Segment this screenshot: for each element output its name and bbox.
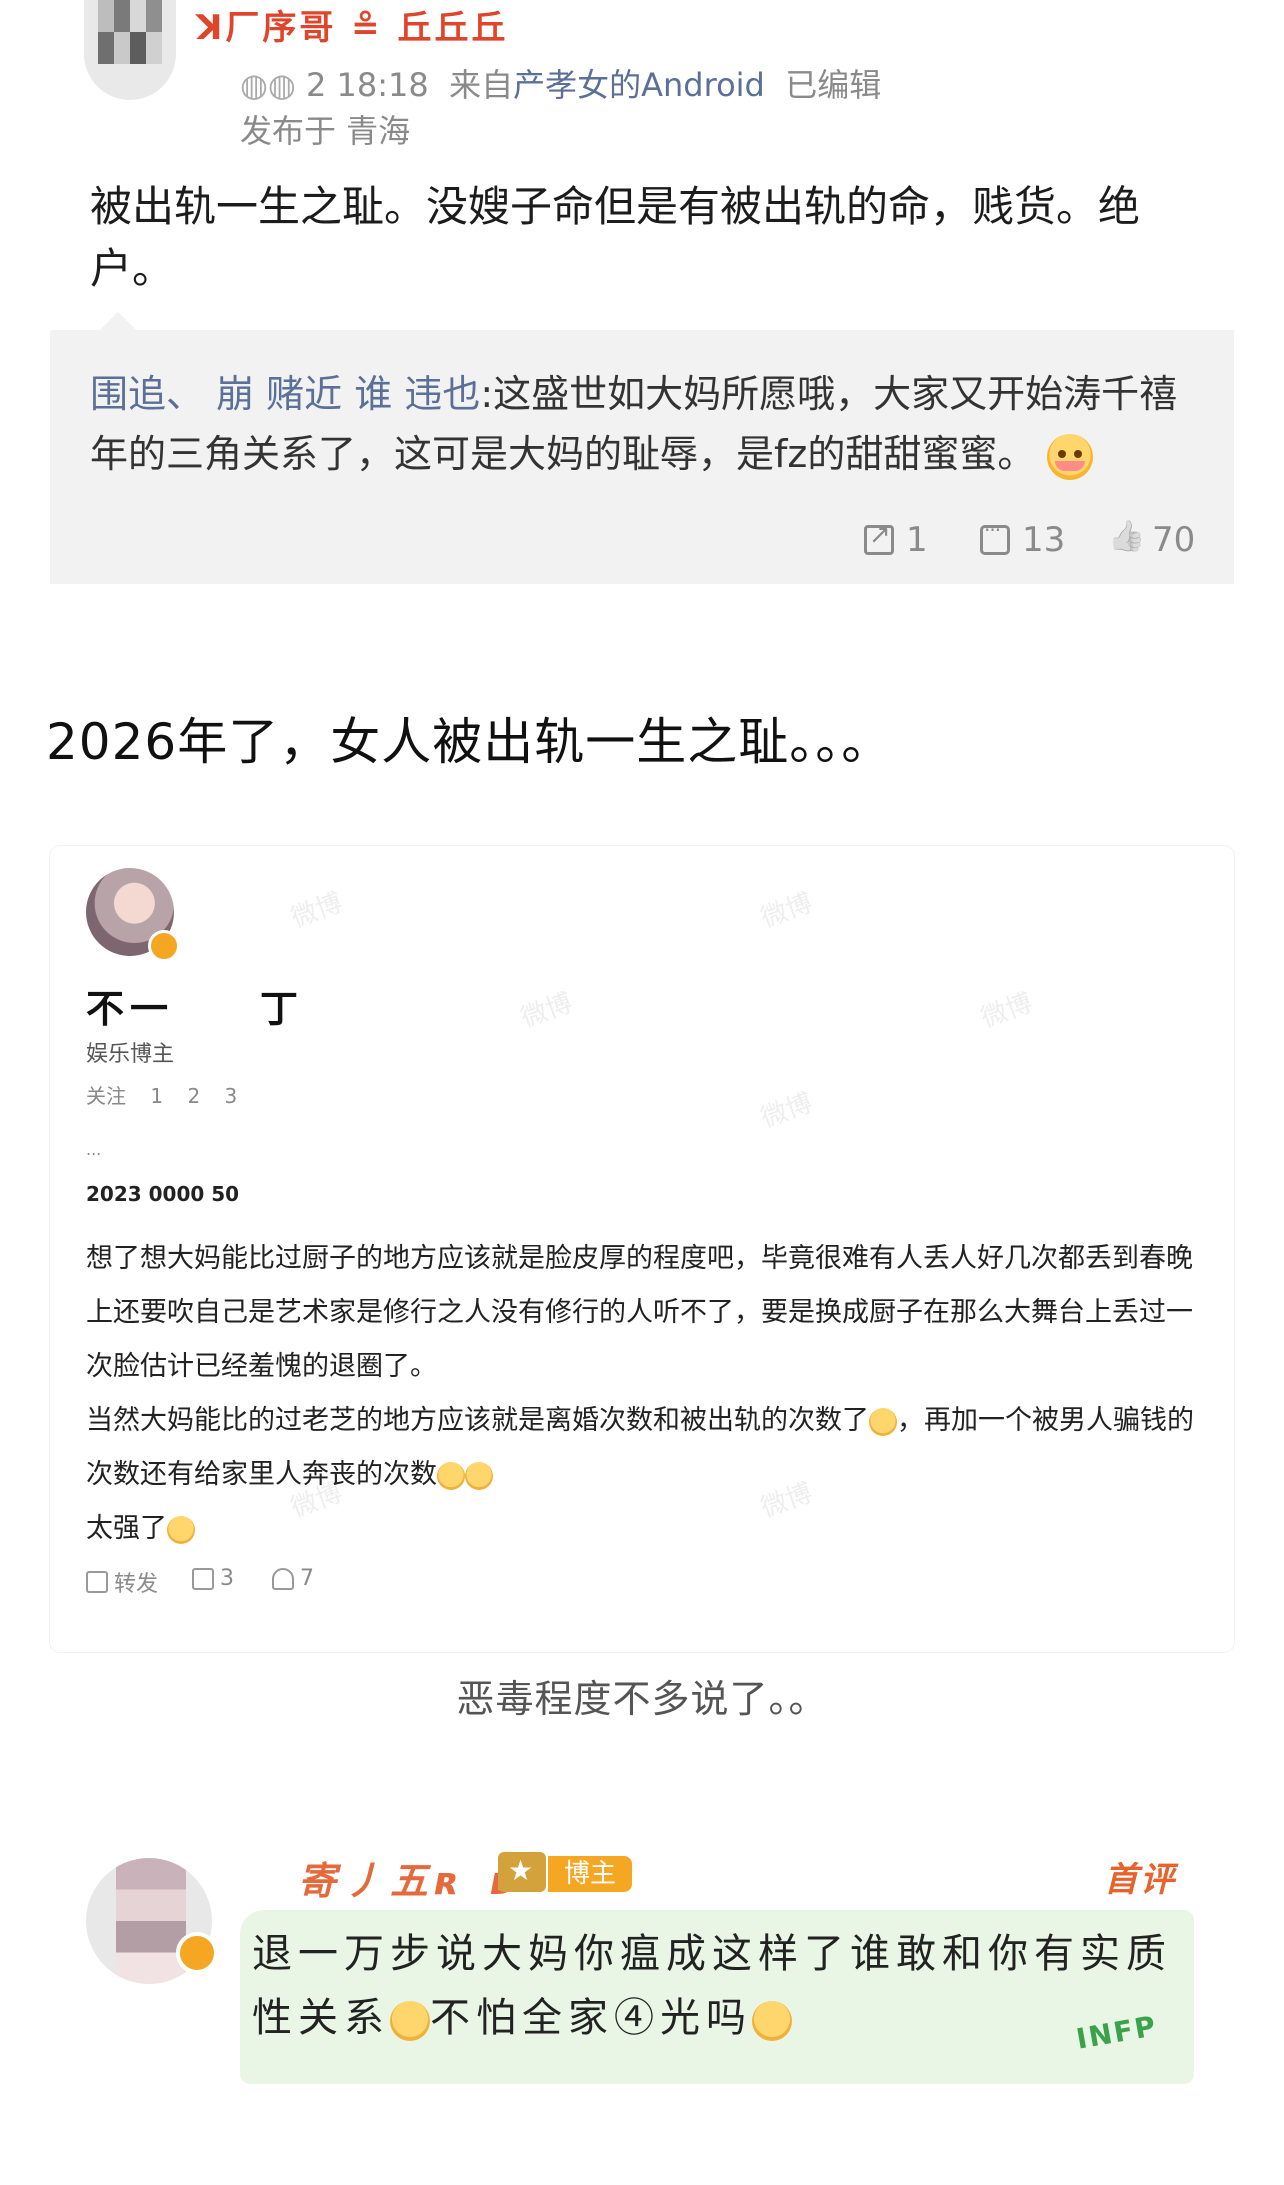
shy-emoji-icon xyxy=(1047,433,1094,480)
share-button[interactable]: 转发 xyxy=(86,1566,158,1598)
share-button[interactable]: 1 xyxy=(864,520,928,560)
verified-badge-icon xyxy=(148,930,180,962)
crying-emoji-icon xyxy=(167,1515,195,1544)
comment-body: 被出轨一生之耻。没嫂子命但是有被出轨的命，贱货。绝户。 xyxy=(90,182,1141,293)
share-count: 1 xyxy=(906,520,928,560)
crown-icon xyxy=(498,1852,546,1892)
more-dots: ... xyxy=(86,1140,102,1159)
user-stats: 关注 1 2 3 xyxy=(86,1084,238,1108)
quoted-comment: 围追、 崩 赌近 谁 违也:这盛世如大妈所愿哦，大家又开始涛千禧年的三角关系了，… xyxy=(90,364,1190,484)
quote-arrow xyxy=(100,312,136,330)
avatar[interactable] xyxy=(84,0,176,100)
avatar-mosaic-lower xyxy=(98,32,162,64)
verified-badge-icon xyxy=(176,1932,218,1974)
comment-count: 13 xyxy=(1022,520,1066,560)
author-badge: 博主 xyxy=(548,1856,633,1892)
comment-icon xyxy=(980,518,1010,555)
share-label: 转发 xyxy=(114,1572,159,1597)
like-button[interactable]: 70 xyxy=(1110,520,1195,560)
like-button[interactable]: 7 xyxy=(272,1566,314,1591)
user-tag: 娱乐博主 xyxy=(86,1042,175,1067)
surprised-emoji-icon xyxy=(869,1407,897,1436)
meta-from: 来自 xyxy=(449,66,514,104)
first-comment-tag: 首评 xyxy=(1104,1860,1176,1900)
edited-label: 已编辑 xyxy=(785,66,882,104)
comment-button[interactable]: 13 xyxy=(980,518,1066,560)
comment-paragraph: 想了想大妈能比过厨子的地方应该就是脸皮厚的程度吧，毕竟很难有人丢人好几次都丢到春… xyxy=(86,1243,1193,1382)
comment-count: 3 xyxy=(220,1566,234,1591)
comment-icon xyxy=(192,1567,214,1590)
avatar-mosaic xyxy=(116,1858,186,1984)
share-icon xyxy=(86,1571,108,1593)
comment-paragraph: 太强了 xyxy=(86,1502,1206,1556)
caption-2: 恶毒程度不多说了。。 xyxy=(456,1677,828,1721)
quoted-username[interactable]: 围追、 崩 赌近 谁 违也 xyxy=(90,372,480,416)
thumb-up-icon xyxy=(272,1567,294,1590)
caption-1: 2026年了，女人被出轨一生之耻。。。 xyxy=(46,713,893,771)
comment-body: 退一万步说大妈你瘟成这样了谁敢和你有实质性关系 不怕全家④光吗 xyxy=(252,1931,1172,2041)
cat-emoji-icon xyxy=(437,1461,465,1490)
crying-emoji-icon xyxy=(390,2001,430,2041)
gear-icon: ◍◍ xyxy=(240,66,307,104)
comment-body: 想了想大妈能比过厨子的地方应该就是脸皮厚的程度吧，毕竟很难有人丢人好几次都丢到春… xyxy=(86,1232,1206,1556)
comment-button[interactable]: 3 xyxy=(192,1566,234,1591)
comment-meta: ◍◍ 2 18:18 来自产孝女的Android 已编辑 xyxy=(240,60,881,106)
location-label: 发布于 青海 xyxy=(240,112,411,150)
comment-username[interactable]: ꓘ厂序哥 ≗ 丘丘丘 xyxy=(196,0,509,49)
share-icon xyxy=(864,520,894,555)
like-count: 7 xyxy=(300,1566,314,1591)
thumb-up-icon xyxy=(1110,525,1140,555)
like-count: 70 xyxy=(1152,520,1196,560)
comment-username[interactable]: 寄丿五ʀ ᴅ xyxy=(298,1850,523,1905)
comment-time: 2 18:18 xyxy=(306,66,429,104)
meta-source-link[interactable]: 产孝女的Android xyxy=(513,66,765,104)
crying-emoji-icon xyxy=(752,2001,792,2041)
comment-username-part[interactable]: 丁 xyxy=(260,978,298,1033)
comment-username[interactable]: 不一 xyxy=(86,978,174,1033)
cat-emoji-icon xyxy=(465,1461,493,1490)
comment-paragraph: 当然大妈能比的过老芝的地方应该就是离婚次数和被出轨的次数了 ，再加一个被男人骗钱的… xyxy=(86,1405,1194,1490)
post-date: 2023 0000 50 xyxy=(86,1182,240,1206)
